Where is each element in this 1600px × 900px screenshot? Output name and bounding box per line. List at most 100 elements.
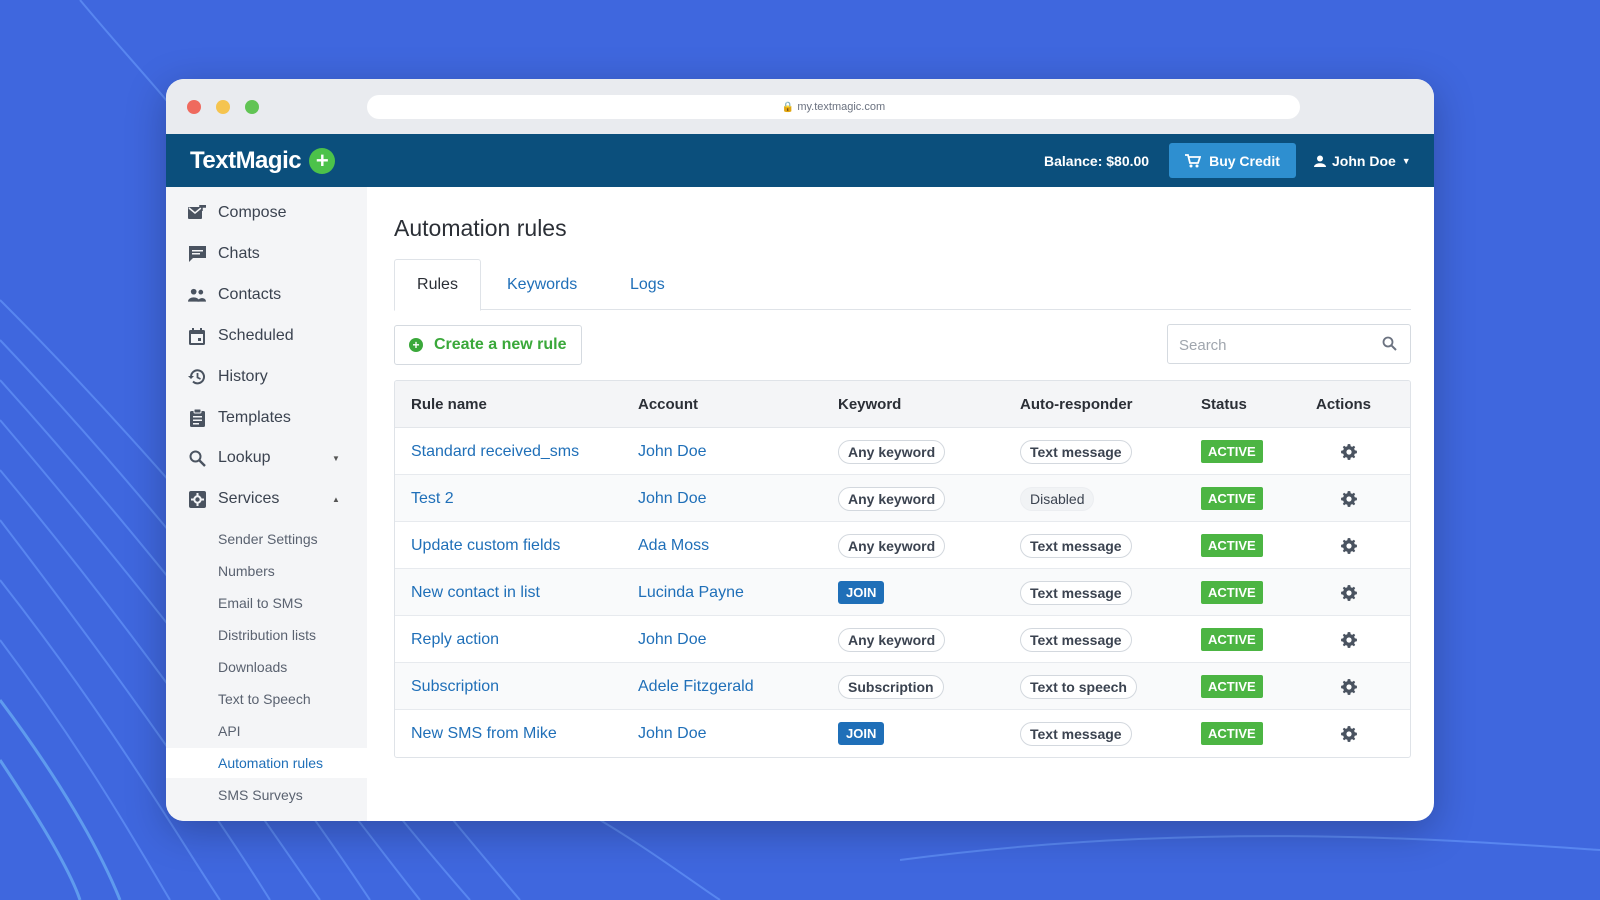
gear-icon[interactable] <box>1341 584 1357 601</box>
plus-icon[interactable]: + <box>309 148 336 174</box>
actions-cell <box>1341 710 1357 757</box>
create-rule-button[interactable]: + Create a new rule <box>394 325 582 365</box>
status-badge: ACTIVE <box>1201 581 1263 604</box>
auto-responder-badge: Text message <box>1020 580 1132 605</box>
sidebar-subitem-text-to-speech[interactable]: Text to Speech <box>166 684 367 714</box>
auto-responder-cell: Text to speech <box>1020 663 1137 710</box>
sidebar-item-lookup[interactable]: Lookup ▼ <box>166 440 367 476</box>
user-menu[interactable]: John Doe ▼ <box>1314 153 1411 169</box>
rule-name-link[interactable]: New SMS from Mike <box>411 710 557 757</box>
search-input[interactable] <box>1179 334 1374 356</box>
sidebar-item-label: Services <box>218 490 280 507</box>
sidebar-subitem-distribution-lists[interactable]: Distribution lists <box>166 620 367 650</box>
keyword-badge: Any keyword <box>838 486 946 511</box>
actions-cell <box>1341 428 1357 475</box>
header-actions: Actions <box>1316 396 1372 413</box>
address-bar[interactable]: 🔒 my.textmagic.com <box>367 95 1300 119</box>
textmagic-logo[interactable]: TextMagic + <box>190 147 336 175</box>
gear-icon[interactable] <box>1341 725 1357 742</box>
status-badge: ACTIVE <box>1201 440 1263 463</box>
search-icon[interactable] <box>1382 336 1397 351</box>
sidebar-item-services[interactable]: Services ▲ <box>166 481 367 517</box>
header-auto-responder[interactable]: Auto-responder <box>1020 396 1133 413</box>
account-link[interactable]: Ada Moss <box>638 522 709 569</box>
sidebar-item-contacts[interactable]: Contacts <box>166 277 367 313</box>
auto-responder-badge: Text message <box>1020 627 1132 652</box>
rule-name-link[interactable]: Update custom fields <box>411 522 560 569</box>
auto-responder-cell: Text message <box>1020 569 1132 616</box>
sidebar-subitem-automation-rules[interactable]: Automation rules <box>166 748 367 778</box>
sidebar-subitem-sender-settings[interactable]: Sender Settings <box>166 524 367 554</box>
browser-chrome: 🔒 my.textmagic.com <box>166 79 1434 134</box>
rule-name-link[interactable]: Reply action <box>411 616 499 663</box>
keyword-badge: JOIN <box>838 581 885 604</box>
clipboard-icon <box>188 409 206 427</box>
sidebar-item-compose[interactable]: Compose <box>166 195 367 231</box>
account-link[interactable]: John Doe <box>638 475 707 522</box>
tab-rules[interactable]: Rules <box>394 259 481 311</box>
chevron-down-icon: ▼ <box>1401 156 1411 166</box>
compose-icon <box>188 204 206 222</box>
status-cell: ACTIVE <box>1201 569 1263 616</box>
auto-responder-cell: Text message <box>1020 522 1132 569</box>
keyword-cell: Any keyword <box>838 428 946 475</box>
chevron-up-icon: ▲ <box>332 494 340 504</box>
top-navigation-bar: TextMagic + Balance: $80.00 Buy Credit J… <box>166 134 1434 187</box>
actions-cell <box>1341 569 1357 616</box>
keyword-cell: JOIN <box>838 710 885 757</box>
tab-keywords[interactable]: Keywords <box>507 259 577 310</box>
close-window-button[interactable] <box>187 100 201 114</box>
sidebar-item-label: History <box>218 368 268 385</box>
sidebar-item-chats[interactable]: Chats <box>166 236 367 272</box>
auto-responder-badge: Text message <box>1020 439 1132 464</box>
user-icon <box>1314 155 1326 167</box>
keyword-cell: Any keyword <box>838 616 946 663</box>
sidebar-item-label: Compose <box>218 204 287 221</box>
tab-bar: Rules Keywords Logs <box>394 259 1411 311</box>
gear-icon[interactable] <box>1341 443 1357 460</box>
buy-credit-button[interactable]: Buy Credit <box>1169 143 1296 178</box>
actions-cell <box>1341 663 1357 710</box>
sidebar-subitem-downloads[interactable]: Downloads <box>166 652 367 682</box>
table-row: New contact in list Lucinda Payne JOIN T… <box>395 569 1410 616</box>
header-keyword[interactable]: Keyword <box>838 396 901 413</box>
header-account[interactable]: Account <box>638 396 698 413</box>
lock-icon: 🔒 <box>781 101 795 113</box>
keyword-cell: Subscription <box>838 663 944 710</box>
account-link[interactable]: Adele Fitzgerald <box>638 663 754 710</box>
header-status[interactable]: Status <box>1201 396 1247 413</box>
rule-name-link[interactable]: Test 2 <box>411 475 454 522</box>
sidebar-subitem-sms-surveys[interactable]: SMS Surveys <box>166 780 367 810</box>
sidebar-item-label: Templates <box>218 409 291 426</box>
services-icon <box>188 490 206 508</box>
auto-responder-cell: Text message <box>1020 428 1132 475</box>
sidebar-item-scheduled[interactable]: Scheduled <box>166 318 367 354</box>
gear-icon[interactable] <box>1341 537 1357 554</box>
keyword-badge: JOIN <box>838 722 885 745</box>
sidebar-item-label: Lookup <box>218 449 271 466</box>
header-rule-name[interactable]: Rule name <box>411 396 487 413</box>
logo-text: TextMagic <box>190 147 302 174</box>
account-link[interactable]: John Doe <box>638 428 707 475</box>
maximize-window-button[interactable] <box>245 100 259 114</box>
sidebar-subitem-api[interactable]: API <box>166 716 367 746</box>
rule-name-link[interactable]: New contact in list <box>411 569 540 616</box>
sidebar-subitem-numbers[interactable]: Numbers <box>166 556 367 586</box>
sidebar-subitem-email-to-sms[interactable]: Email to SMS <box>166 588 367 618</box>
rule-name-link[interactable]: Subscription <box>411 663 499 710</box>
minimize-window-button[interactable] <box>216 100 230 114</box>
status-cell: ACTIVE <box>1201 663 1263 710</box>
tab-logs[interactable]: Logs <box>630 259 665 310</box>
account-link[interactable]: John Doe <box>638 710 707 757</box>
sidebar-item-templates[interactable]: Templates <box>166 400 367 436</box>
rule-name-link[interactable]: Standard received_sms <box>411 428 579 475</box>
gear-icon[interactable] <box>1341 631 1357 648</box>
gear-icon[interactable] <box>1341 678 1357 695</box>
sidebar-item-history[interactable]: History <box>166 359 367 395</box>
table-row: New SMS from Mike John Doe JOIN Text mes… <box>395 710 1410 757</box>
gear-icon[interactable] <box>1341 490 1357 507</box>
account-link[interactable]: Lucinda Payne <box>638 569 744 616</box>
user-name: John Doe <box>1332 153 1396 169</box>
account-link[interactable]: John Doe <box>638 616 707 663</box>
status-badge: ACTIVE <box>1201 487 1263 510</box>
